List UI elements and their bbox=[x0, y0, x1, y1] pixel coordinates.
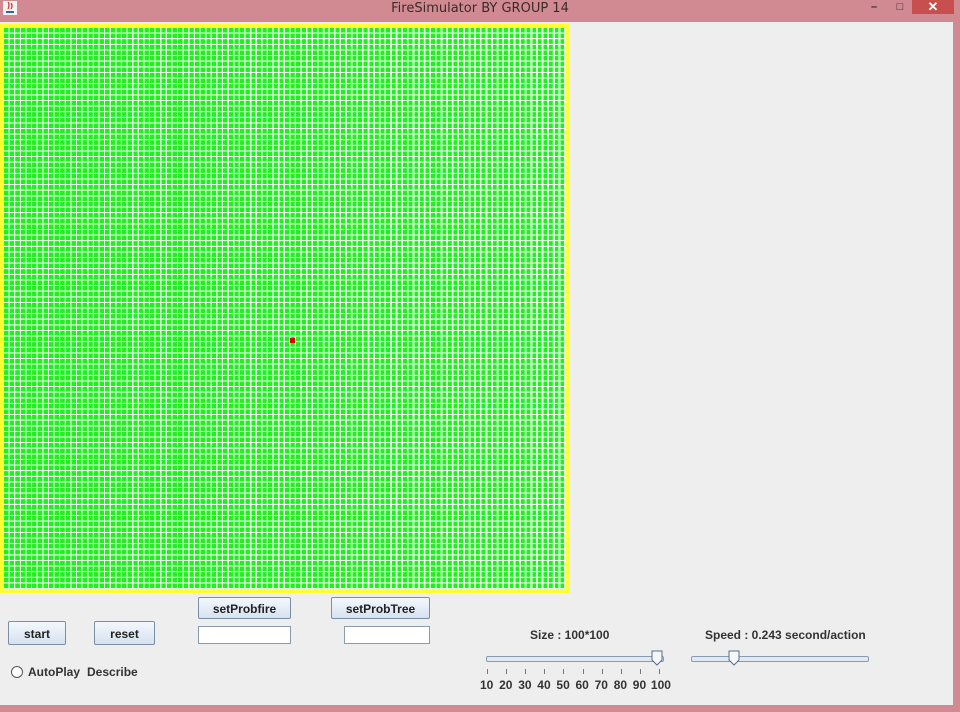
size-tick-label: 100 bbox=[650, 678, 671, 692]
speed-slider-thumb[interactable] bbox=[728, 650, 740, 666]
size-slider-track[interactable] bbox=[486, 656, 664, 662]
window-bottom-border bbox=[0, 705, 960, 712]
size-tick-mark bbox=[525, 669, 527, 674]
size-tick-mark bbox=[544, 669, 546, 674]
size-tick-mark bbox=[620, 669, 622, 674]
speed-slider-track[interactable] bbox=[691, 656, 869, 662]
size-tick-label: 90 bbox=[632, 678, 647, 692]
set-prob-fire-button[interactable]: setProbfire bbox=[198, 597, 291, 619]
size-tick-mark bbox=[582, 669, 584, 674]
size-tick-label: 40 bbox=[537, 678, 551, 692]
size-tick-label: 30 bbox=[518, 678, 532, 692]
start-button[interactable]: start bbox=[8, 621, 66, 645]
size-slider-thumb[interactable] bbox=[651, 650, 663, 666]
close-button[interactable]: ✕ bbox=[912, 0, 954, 14]
title-bar: FireSimulator BY GROUP 14 – □ ✕ bbox=[0, 0, 960, 20]
prob-fire-input[interactable] bbox=[198, 626, 291, 644]
simulation-grid[interactable] bbox=[4, 28, 566, 589]
size-tick-mark bbox=[563, 669, 565, 674]
size-tick-label: 20 bbox=[499, 678, 513, 692]
size-tick-mark bbox=[506, 669, 508, 674]
size-tick-label: 80 bbox=[613, 678, 628, 692]
size-tick-label: 60 bbox=[575, 678, 589, 692]
prob-tree-input[interactable] bbox=[344, 626, 430, 644]
size-tick-label: 50 bbox=[556, 678, 570, 692]
size-tick-label: 70 bbox=[594, 678, 608, 692]
size-tick-label: 10 bbox=[480, 678, 494, 692]
size-tick-mark bbox=[601, 669, 603, 674]
size-tick-mark bbox=[487, 669, 488, 674]
speed-label: Speed : 0.243 second/action bbox=[705, 628, 866, 642]
size-tick-mark bbox=[639, 669, 641, 674]
autoplay-radio[interactable] bbox=[11, 666, 23, 678]
set-prob-tree-button[interactable]: setProbTree bbox=[331, 597, 430, 619]
size-label: Size : 100*100 bbox=[530, 628, 610, 642]
describe-label: Describe bbox=[87, 665, 138, 679]
size-tick-mark bbox=[658, 669, 660, 674]
reset-button[interactable]: reset bbox=[94, 621, 155, 645]
maximize-button[interactable]: □ bbox=[890, 0, 910, 14]
autoplay-label[interactable]: AutoPlay bbox=[28, 665, 80, 679]
minimize-button[interactable]: – bbox=[862, 0, 886, 14]
burning-cell bbox=[290, 338, 295, 343]
window-title: FireSimulator BY GROUP 14 bbox=[391, 1, 569, 16]
